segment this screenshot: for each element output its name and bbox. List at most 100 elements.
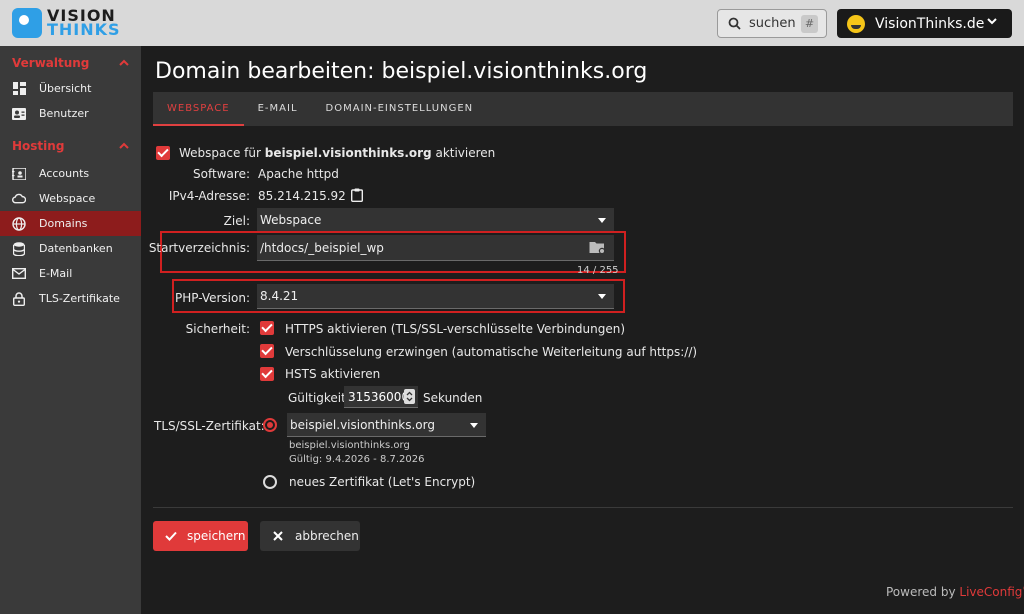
- liveconfig-link[interactable]: LiveConfig: [959, 585, 1022, 599]
- validity-unit: Sekunden: [423, 391, 483, 405]
- cert-select[interactable]: beispiel.visionthinks.org: [287, 413, 486, 437]
- ipv4-label: IPv4-Adresse:: [168, 189, 250, 203]
- search-icon: [728, 17, 741, 30]
- webspace-enable-suffix: aktivieren: [435, 146, 496, 160]
- main-content: Domain bearbeiten: beispiel.visionthinks…: [141, 46, 1024, 614]
- https-label: HTTPS aktivieren (TLS/SSL-verschlüsselte…: [285, 322, 626, 336]
- ziel-value: Webspace: [260, 212, 322, 227]
- startdir-label: Startverzeichnis:: [148, 241, 250, 255]
- sidebar-item-uebersicht[interactable]: Übersicht: [0, 76, 141, 101]
- database-icon: [12, 241, 26, 256]
- security-label: Sicherheit:: [185, 322, 250, 336]
- dropdown-arrow-icon: [598, 217, 606, 223]
- startdir-counter: 14 / 255: [577, 265, 619, 276]
- cancel-label: abbrechen: [295, 529, 359, 543]
- sidebar-item-accounts[interactable]: Accounts: [0, 161, 141, 186]
- webspace-enable-prefix: Webspace für: [179, 146, 261, 160]
- startdir-value: /htdocs/_beispiel_wp: [260, 240, 384, 255]
- dropdown-arrow-icon: [470, 422, 478, 428]
- sidebar-item-datenbanken[interactable]: Datenbanken: [0, 236, 141, 261]
- sidebar-item-email[interactable]: E-Mail: [0, 261, 141, 286]
- sidebar-item-benutzer[interactable]: Benutzer: [0, 101, 141, 126]
- account-label: VisionThinks.de: [875, 15, 985, 32]
- ziel-select[interactable]: Webspace: [257, 208, 614, 232]
- cert-existing-radio[interactable]: [263, 418, 277, 432]
- top-bar: VISION THINKS suchen # VisionThinks.de: [0, 0, 1024, 46]
- powered-by-text: Powered by: [886, 585, 956, 599]
- sidebar-item-domains[interactable]: Domains: [0, 211, 141, 236]
- cert-info-domain: beispiel.visionthinks.org: [289, 440, 410, 451]
- sidebar-item-tls[interactable]: TLS-Zertifikate: [0, 286, 141, 311]
- sidebar-item-label: E-Mail: [39, 267, 73, 280]
- validity-value: 31536000: [348, 389, 410, 404]
- user-card-icon: [12, 107, 26, 121]
- lock-icon: [12, 291, 26, 306]
- cert-new-label: neues Zertifikat (Let's Encrypt): [289, 475, 476, 489]
- check-icon: [165, 531, 177, 541]
- cloud-icon: [12, 192, 26, 206]
- cert-info-validity: Gültig: 9.4.2026 - 8.7.2026: [289, 454, 425, 465]
- sidebar-item-label: Accounts: [39, 167, 90, 180]
- cancel-button[interactable]: abbrechen: [260, 521, 360, 551]
- hsts-label: HSTS aktivieren: [285, 367, 381, 381]
- sidebar-item-label: Benutzer: [39, 107, 89, 120]
- tab-domain-settings[interactable]: DOMAIN-EINSTELLUNGEN: [312, 92, 488, 126]
- powered-by-footer: Powered by LiveConfig®: [886, 584, 1024, 599]
- sidebar-item-label: TLS-Zertifikate: [39, 292, 120, 305]
- section-label: Hosting: [12, 139, 65, 153]
- spinner-icon[interactable]: [404, 389, 415, 404]
- sidebar-item-webspace[interactable]: Webspace: [0, 186, 141, 211]
- webspace-enable-label: Webspace für beispiel.visionthinks.org a…: [179, 146, 495, 160]
- dropdown-arrow-icon: [598, 294, 606, 299]
- chevron-down-icon: [986, 15, 998, 30]
- account-menu-button[interactable]: VisionThinks.de: [837, 9, 1012, 38]
- save-button[interactable]: speichern: [153, 521, 248, 551]
- ziel-label: Ziel:: [223, 214, 250, 228]
- php-version-value: 8.4.21: [260, 289, 299, 303]
- validity-input[interactable]: 31536000: [344, 386, 418, 408]
- sidebar-section-hosting[interactable]: Hosting: [0, 133, 141, 159]
- force-https-checkbox[interactable]: [260, 344, 274, 358]
- hsts-checkbox[interactable]: [260, 367, 274, 381]
- tab-bar: WEBSPACE E-MAIL DOMAIN-EINSTELLUNGEN: [153, 92, 1013, 126]
- envelope-icon: [12, 267, 26, 281]
- cert-new-radio[interactable]: [263, 475, 277, 489]
- page-title: Domain bearbeiten: beispiel.visionthinks…: [155, 59, 648, 84]
- php-version-select[interactable]: 8.4.21: [257, 284, 614, 309]
- software-label: Software:: [193, 167, 250, 181]
- chevron-up-icon: [119, 142, 129, 149]
- sidebar-item-label: Übersicht: [39, 82, 92, 95]
- section-label: Verwaltung: [12, 56, 90, 70]
- logo-line-2: THINKS: [47, 20, 121, 39]
- smiley-avatar-icon: [847, 14, 865, 33]
- search-shortcut-badge: #: [801, 15, 818, 33]
- vision-thinks-logo[interactable]: VISION THINKS: [12, 8, 121, 38]
- startdir-input[interactable]: /htdocs/_beispiel_wp: [257, 235, 614, 261]
- webspace-domain: beispiel.visionthinks.org: [264, 146, 432, 160]
- sidebar-item-label: Domains: [39, 217, 88, 230]
- sidebar: Verwaltung Übersicht Benutzer Hosting Ac…: [0, 46, 141, 614]
- chevron-up-icon: [119, 59, 129, 66]
- https-checkbox[interactable]: [260, 321, 274, 335]
- sidebar-item-label: Webspace: [39, 192, 96, 205]
- tab-email[interactable]: E-MAIL: [244, 92, 312, 126]
- php-label: PHP-Version:: [174, 291, 250, 305]
- dashboard-icon: [12, 82, 26, 96]
- sidebar-section-verwaltung[interactable]: Verwaltung: [0, 50, 141, 76]
- clipboard-icon[interactable]: [350, 188, 364, 205]
- globe-icon: [12, 216, 26, 231]
- force-https-label: Verschlüsselung erzwingen (automatische …: [285, 345, 698, 359]
- sidebar-item-label: Datenbanken: [39, 242, 113, 255]
- logo-mark-icon: [12, 8, 42, 38]
- tab-webspace[interactable]: WEBSPACE: [153, 92, 244, 126]
- folder-browse-icon[interactable]: [589, 240, 606, 258]
- search-label: suchen: [749, 16, 796, 31]
- save-label: speichern: [187, 529, 246, 543]
- webspace-enable-checkbox[interactable]: [156, 146, 170, 160]
- ipv4-value: 85.214.215.92: [258, 189, 346, 203]
- software-value: Apache httpd: [258, 167, 339, 181]
- divider: [153, 507, 1013, 508]
- address-book-icon: [12, 167, 26, 181]
- cert-value: beispiel.visionthinks.org: [290, 417, 435, 432]
- search-box[interactable]: suchen #: [717, 9, 827, 38]
